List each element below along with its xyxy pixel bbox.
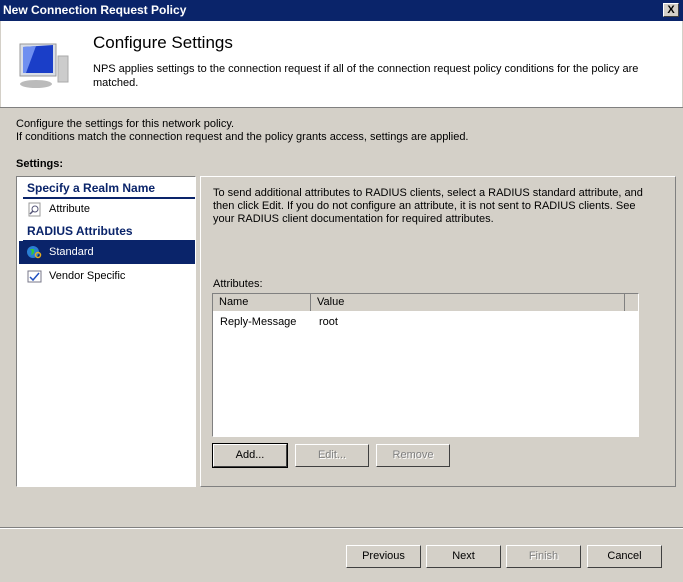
previous-button[interactable]: Previous bbox=[346, 545, 421, 568]
cancel-button[interactable]: Cancel bbox=[587, 545, 662, 568]
sidebar-item-standard[interactable]: Standard bbox=[19, 241, 195, 264]
attributes-label: Attributes: bbox=[213, 278, 263, 290]
sidebar-item-attribute[interactable]: Attribute bbox=[19, 198, 195, 221]
next-button[interactable]: Next bbox=[426, 545, 501, 568]
edit-button[interactable]: Edit... bbox=[295, 444, 369, 467]
settings-sidebar: Specify a Realm Name Attribute RADIUS At… bbox=[16, 176, 196, 487]
attribute-value: root bbox=[319, 316, 338, 328]
page-description: NPS applies settings to the connection r… bbox=[93, 63, 639, 89]
title-bar: New Connection Request Policy bbox=[0, 0, 683, 21]
sidebar-item-label: Attribute bbox=[49, 203, 90, 215]
settings-panel: To send additional attributes to RADIUS … bbox=[200, 176, 676, 487]
settings-label: Settings: bbox=[16, 158, 64, 170]
close-button[interactable]: X bbox=[663, 3, 679, 17]
attributes-list[interactable]: Name Value Reply-Message root bbox=[212, 293, 639, 437]
remove-button[interactable]: Remove bbox=[376, 444, 450, 467]
checkbox-icon bbox=[27, 270, 42, 283]
panel-description: To send additional attributes to RADIUS … bbox=[213, 187, 643, 225]
magnifier-icon bbox=[28, 202, 41, 217]
group-specify-realm-name: Specify a Realm Name bbox=[23, 179, 195, 199]
intro-line-1: Configure the settings for this network … bbox=[16, 118, 235, 130]
finish-button[interactable]: Finish bbox=[506, 545, 581, 568]
group-radius-attributes: RADIUS Attributes bbox=[23, 222, 195, 242]
page-title: Configure Settings bbox=[93, 33, 233, 52]
add-button[interactable]: Add... bbox=[212, 443, 288, 468]
footer-divider bbox=[0, 527, 683, 529]
sidebar-item-vendor-specific[interactable]: Vendor Specific bbox=[19, 265, 195, 288]
globe-key-icon bbox=[27, 246, 42, 259]
divider bbox=[0, 107, 683, 108]
column-header-value[interactable]: Value bbox=[311, 294, 625, 311]
table-row[interactable]: Reply-Message root bbox=[213, 314, 638, 330]
window-title: New Connection Request Policy bbox=[3, 3, 187, 17]
sidebar-item-label: Standard bbox=[49, 246, 94, 258]
attribute-name: Reply-Message bbox=[220, 316, 297, 328]
column-header-name[interactable]: Name bbox=[213, 294, 311, 311]
monitor-icon bbox=[19, 43, 69, 88]
intro-line-2: If conditions match the connection reque… bbox=[16, 131, 469, 143]
sidebar-item-label: Vendor Specific bbox=[49, 270, 126, 282]
